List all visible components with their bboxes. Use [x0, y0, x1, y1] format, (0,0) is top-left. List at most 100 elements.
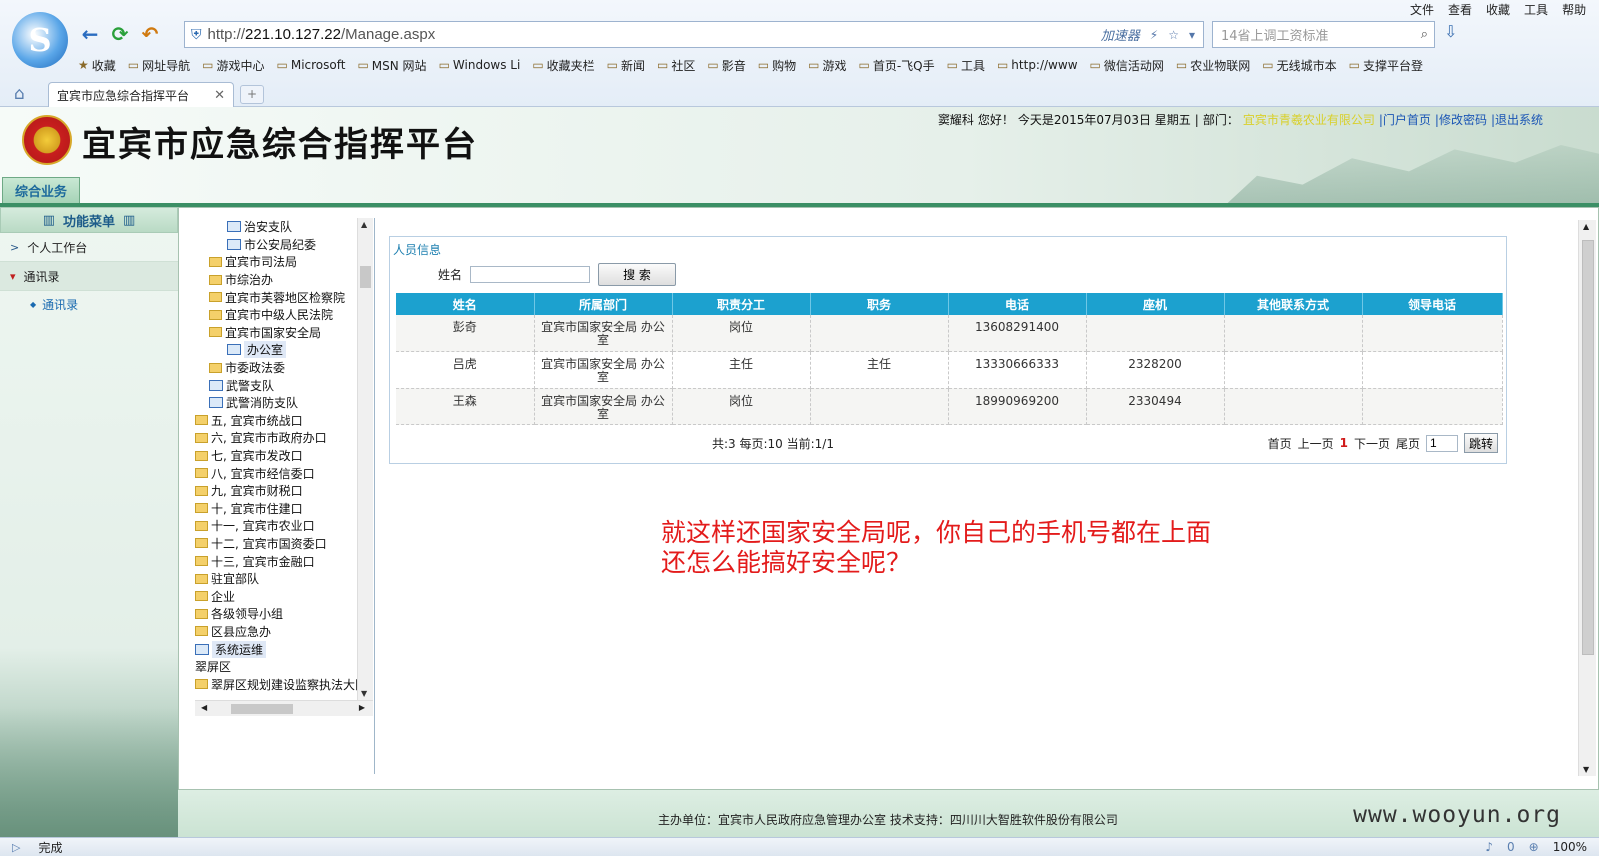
bookmark-item[interactable]: ▭ 网址导航	[128, 57, 190, 74]
close-icon[interactable]: ✕	[214, 88, 225, 103]
folder-icon	[195, 608, 208, 619]
search-input[interactable]: 14省上调工资标准 ⌕	[1212, 21, 1435, 48]
logout-link[interactable]: |退出系统	[1491, 111, 1543, 128]
scroll-down-icon[interactable]: ▼	[361, 689, 367, 698]
bookmark-item[interactable]: ▭ 工具	[947, 57, 985, 74]
bookmark-item[interactable]: ▭ 影音	[707, 57, 745, 74]
refresh-icon[interactable]: ⟳	[108, 22, 132, 46]
undo-icon[interactable]: ↶	[138, 22, 162, 46]
bookmark-item[interactable]: ▭ MSN 网站	[357, 57, 426, 74]
submenu-contacts[interactable]: ◆ 通讯录	[0, 291, 178, 317]
menu-tools[interactable]: 工具	[1524, 1, 1548, 18]
address-bar[interactable]: ⛨ http://221.10.127.22/Manage.aspx 加速器 ⚡…	[184, 21, 1204, 48]
dropdown-icon[interactable]: ▾	[1189, 28, 1195, 42]
tab-active[interactable]: 宜宾市应急综合指挥平台 ✕	[48, 82, 234, 107]
scroll-up-icon[interactable]: ▲	[361, 220, 367, 229]
page-number-input[interactable]	[1426, 434, 1458, 452]
bookmark-item[interactable]: ▭ Windows Li	[439, 58, 521, 72]
scroll-thumb[interactable]	[1582, 240, 1594, 655]
menu-file[interactable]: 文件	[1410, 1, 1434, 18]
bookmark-item[interactable]: ★ 收藏	[78, 57, 116, 74]
bookmark-item[interactable]: ▭ 购物	[758, 57, 796, 74]
tree-node[interactable]: 各级领导小组	[195, 605, 355, 623]
tree-node[interactable]: 企业	[195, 587, 355, 605]
name-input[interactable]	[470, 266, 591, 283]
menu-item-workbench[interactable]: > 个人工作台	[0, 233, 178, 262]
tree-node[interactable]: 宜宾市国家安全局	[195, 324, 355, 342]
tree-node[interactable]: 系统运维	[195, 640, 355, 658]
scroll-down-icon[interactable]: ▼	[1583, 765, 1589, 774]
tab-main-business[interactable]: 综合业务	[2, 177, 80, 203]
tree-node[interactable]: 十, 宜宾市住建口	[195, 500, 355, 518]
zoom-icon[interactable]: ⊕	[1529, 840, 1539, 854]
tree-node[interactable]: 九, 宜宾市财税口	[195, 482, 355, 500]
zoom-level[interactable]: 100%	[1553, 840, 1587, 854]
search-icon[interactable]: ⌕	[1421, 27, 1428, 42]
tree-node[interactable]: 市综治办	[195, 271, 355, 289]
tree-node[interactable]: 武警消防支队	[195, 394, 355, 412]
change-password-link[interactable]: |修改密码	[1435, 111, 1487, 128]
menu-view[interactable]: 查看	[1448, 1, 1472, 18]
tree-node[interactable]: 十一, 宜宾市农业口	[195, 517, 355, 535]
tree-node[interactable]: 十三, 宜宾市金融口	[195, 552, 355, 570]
tree-horizontal-scrollbar[interactable]: ◀ ▶	[195, 700, 373, 716]
bookmark-item[interactable]: ▭ 无线城市本	[1262, 57, 1336, 74]
scroll-thumb[interactable]	[360, 266, 371, 288]
scroll-left-icon[interactable]: ◀	[201, 703, 207, 712]
search-button[interactable]: 搜 索	[598, 263, 677, 286]
pager-next[interactable]: 下一页	[1354, 435, 1390, 452]
tree-node[interactable]: 六, 宜宾市市政府办口	[195, 429, 355, 447]
bookmark-item[interactable]: ▭ 微信活动网	[1090, 57, 1164, 74]
tree-node[interactable]: 七, 宜宾市发改口	[195, 447, 355, 465]
scroll-thumb[interactable]	[231, 704, 293, 714]
bookmark-item[interactable]: ▭ 社区	[657, 57, 695, 74]
bookmark-item[interactable]: ▭ 游戏中心	[202, 57, 264, 74]
bookmark-item[interactable]: ▭ 游戏	[808, 57, 846, 74]
lightning-icon[interactable]: ⚡	[1150, 28, 1158, 42]
pager-prev[interactable]: 上一页	[1298, 435, 1334, 452]
tree-node[interactable]: 驻宜部队	[195, 570, 355, 588]
tree-node[interactable]: 武警支队	[195, 376, 355, 394]
bookmark-item[interactable]: ▭ 新闻	[607, 57, 645, 74]
tree-node[interactable]: 八, 宜宾市经信委口	[195, 464, 355, 482]
star-icon[interactable]: ☆	[1168, 28, 1179, 42]
bookmark-item[interactable]: ▭ 支撑平台登	[1349, 57, 1423, 74]
bookmark-item[interactable]: ▭ 收藏夹栏	[532, 57, 594, 74]
menu-favorites[interactable]: 收藏	[1486, 1, 1510, 18]
download-icon[interactable]: ⇩	[1444, 22, 1457, 41]
play-icon[interactable]: ▷	[12, 841, 20, 854]
tree-node[interactable]: 五, 宜宾市统战口	[195, 412, 355, 430]
tree-node[interactable]: 宜宾市司法局	[195, 253, 355, 271]
tree-node[interactable]: 市公安局纪委	[195, 236, 355, 254]
bookmark-item[interactable]: ▭ Microsoft	[277, 58, 346, 72]
bookmark-item[interactable]: ▭ http://www	[997, 58, 1078, 72]
tree-node[interactable]: 治安支队	[195, 218, 355, 236]
jump-button[interactable]: 跳转	[1464, 433, 1498, 453]
tree-node[interactable]: 十二, 宜宾市国资委口	[195, 535, 355, 553]
new-tab-button[interactable]: +	[240, 85, 264, 104]
bookmark-item[interactable]: ▭ 首页-飞Q手	[858, 57, 934, 74]
tree-node[interactable]: 翠屏区	[195, 658, 355, 676]
address-url[interactable]: http://221.10.127.22/Manage.aspx	[208, 26, 436, 43]
bookmark-item[interactable]: ▭ 农业物联网	[1176, 57, 1250, 74]
tree-node[interactable]: 区县应急办	[195, 623, 355, 641]
portal-home-link[interactable]: |门户首页	[1379, 111, 1431, 128]
tree-node[interactable]: 办公室	[195, 341, 355, 359]
back-icon[interactable]: ←	[78, 22, 102, 46]
menu-help[interactable]: 帮助	[1562, 1, 1586, 18]
browser-logo-icon[interactable]: S	[12, 12, 68, 68]
menu-item-contacts[interactable]: ▾ 通讯录	[0, 262, 178, 291]
scroll-right-icon[interactable]: ▶	[359, 703, 365, 712]
pager-last[interactable]: 尾页	[1396, 435, 1420, 452]
accelerator-label[interactable]: 加速器	[1101, 25, 1140, 44]
pager-first[interactable]: 首页	[1268, 435, 1292, 452]
tree-node[interactable]: 市委政法委	[195, 359, 355, 377]
scroll-up-icon[interactable]: ▲	[1583, 222, 1589, 231]
tree-node[interactable]: 宜宾市中级人民法院	[195, 306, 355, 324]
tree-node[interactable]: 翠屏区规划建设监察执法大队	[195, 675, 367, 693]
tree-node[interactable]: 宜宾市芙蓉地区检察院	[195, 288, 355, 306]
tree-vertical-scrollbar[interactable]: ▲ ▼	[357, 218, 373, 700]
speaker-icon[interactable]: ♪	[1485, 840, 1493, 854]
page-vertical-scrollbar[interactable]: ▲ ▼	[1578, 220, 1596, 776]
home-icon[interactable]: ⌂	[14, 84, 25, 104]
